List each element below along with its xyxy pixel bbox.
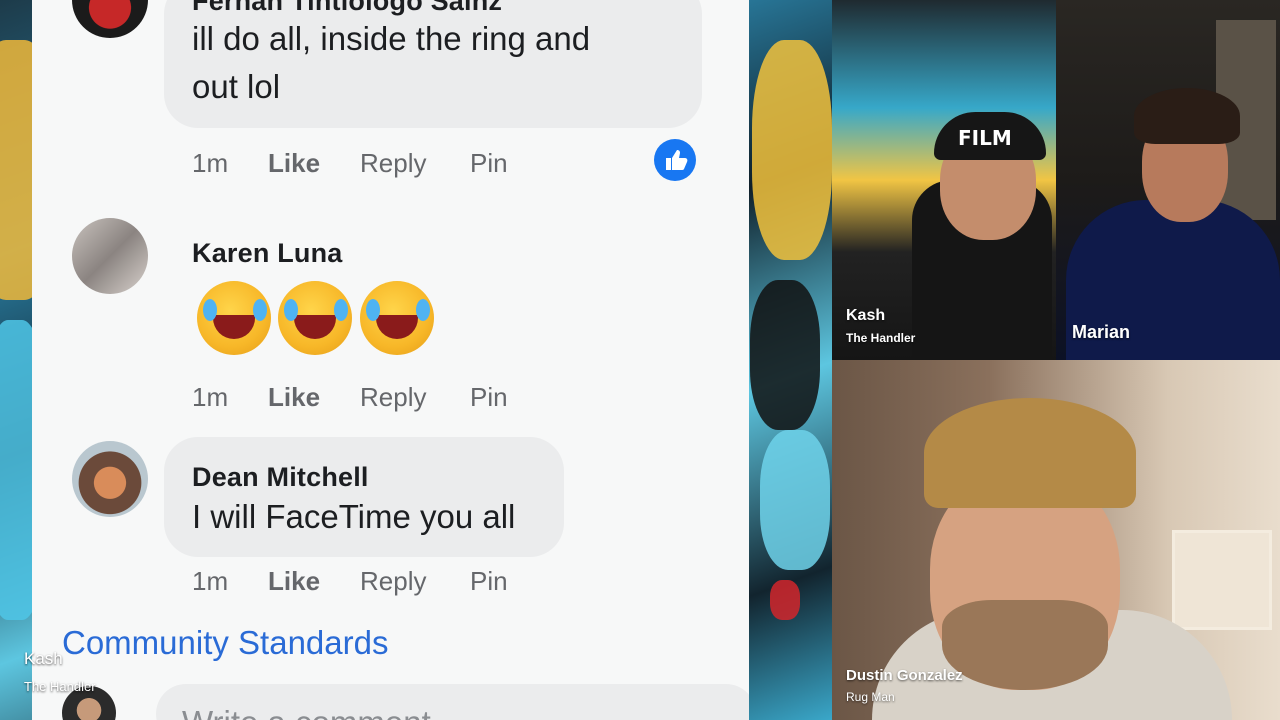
- video-tile-marian[interactable]: Marian: [1056, 0, 1280, 360]
- host-overlay-subtitle: The Handler: [24, 679, 96, 694]
- participant-subtitle: Rug Man: [846, 690, 895, 704]
- cap: FILM: [934, 112, 1046, 160]
- comment-time: 1m: [192, 566, 229, 596]
- comment-text: ill do all, inside the ring and: [192, 20, 591, 57]
- graffiti-shape: [770, 580, 800, 620]
- background-cabinet: [1172, 530, 1272, 630]
- comment-author[interactable]: Dean Mitchell: [192, 462, 369, 493]
- beard: [942, 600, 1108, 690]
- video-tile-dustin[interactable]: Dustin Gonzalez Rug Man: [832, 360, 1280, 720]
- cap-logo-text: FILM: [958, 126, 1012, 150]
- reply-button[interactable]: Reply: [360, 148, 426, 179]
- graffiti-shape: [760, 430, 830, 570]
- like-button[interactable]: Like: [268, 382, 320, 413]
- rolling-laughing-emoji: [197, 281, 271, 355]
- rolling-laughing-emoji: [278, 281, 352, 355]
- commenter-avatar[interactable]: [72, 218, 148, 294]
- host-overlay-name: Kash: [24, 649, 63, 668]
- cap: [924, 398, 1136, 508]
- comment-input-placeholder: Write a comment: [182, 704, 431, 720]
- comment-text: I will FaceTime you all: [192, 498, 516, 535]
- pin-button[interactable]: Pin: [470, 566, 508, 597]
- reply-button[interactable]: Reply: [360, 566, 426, 597]
- commenter-avatar[interactable]: [72, 441, 148, 517]
- hair: [1134, 88, 1240, 144]
- video-tile-kash[interactable]: FILM Kash The Handler: [832, 0, 1056, 360]
- pin-button[interactable]: Pin: [470, 148, 508, 179]
- participant-name: Marian: [1072, 322, 1131, 342]
- comment-author[interactable]: Karen Luna: [192, 238, 343, 269]
- reply-button[interactable]: Reply: [360, 382, 426, 413]
- graffiti-shape: [752, 40, 832, 260]
- participant-name: Dustin Gonzalez: [846, 667, 963, 684]
- like-reaction-badge[interactable]: [654, 139, 696, 181]
- commenter-avatar[interactable]: [72, 0, 148, 38]
- participant-subtitle: The Handler: [846, 331, 916, 345]
- comment-time: 1m: [192, 148, 229, 178]
- like-button[interactable]: Like: [268, 148, 320, 179]
- graffiti-shape: [750, 280, 820, 430]
- like-button[interactable]: Like: [268, 566, 320, 597]
- comment-text: out lol: [192, 68, 281, 105]
- thumbs-up-icon: [666, 150, 688, 170]
- rolling-laughing-emoji: [360, 281, 434, 355]
- pin-button[interactable]: Pin: [470, 382, 508, 413]
- participant-name: Kash: [846, 307, 886, 324]
- community-standards-link[interactable]: Community Standards: [62, 624, 388, 662]
- comment-time: 1m: [192, 382, 229, 412]
- comments-panel[interactable]: Fernan Tintiologo Sainz ill do all, insi…: [32, 0, 749, 720]
